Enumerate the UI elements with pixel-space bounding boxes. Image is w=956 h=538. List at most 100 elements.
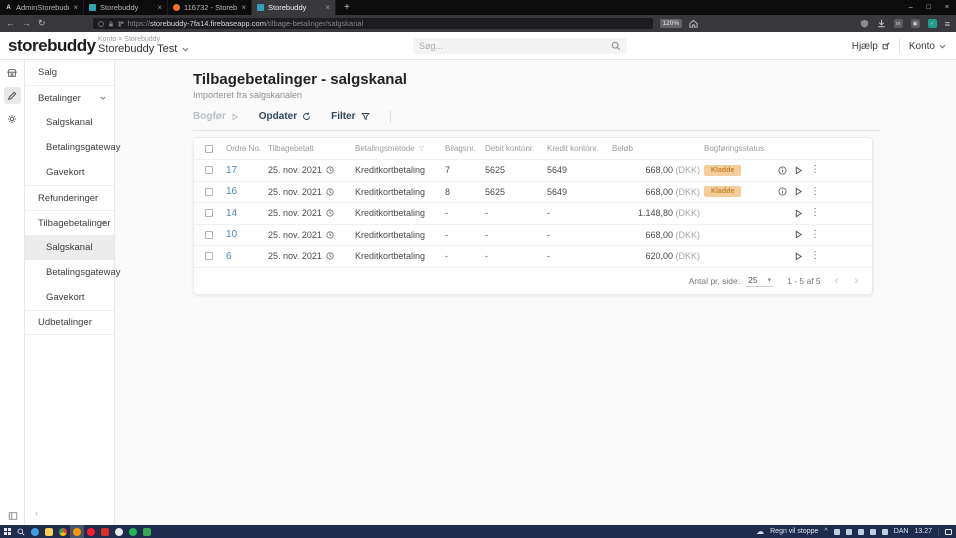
home-icon[interactable] — [689, 19, 698, 28]
row-checkbox[interactable] — [205, 209, 213, 217]
sidebar-item-salg[interactable]: Salg — [25, 60, 114, 85]
action-center-icon[interactable] — [945, 529, 952, 535]
taskbar-clock[interactable]: 13.27 — [914, 528, 932, 535]
tab-close-icon[interactable]: × — [325, 3, 330, 12]
forward-button[interactable]: → — [22, 19, 31, 28]
taskbar-explorer-icon[interactable] — [42, 525, 56, 538]
bogfoer-button[interactable]: Bogfør — [193, 111, 239, 122]
post-play-icon[interactable] — [794, 209, 803, 218]
clock-icon[interactable] — [326, 231, 334, 239]
post-play-icon[interactable] — [794, 252, 803, 261]
clock-icon[interactable] — [326, 252, 334, 260]
taskbar-firefox-icon-active[interactable] — [70, 525, 84, 538]
taskbar-grey-app-icon[interactable] — [112, 525, 126, 538]
taskbar-search-icon[interactable] — [14, 525, 28, 538]
tray-icon-3[interactable] — [858, 529, 864, 535]
order-number-link[interactable]: 10 — [226, 229, 268, 240]
sidebar-collapse-chevron[interactable]: ‹ — [35, 508, 38, 518]
taskbar-green-app-icon[interactable] — [126, 525, 140, 538]
filter-button[interactable]: Filter — [331, 111, 369, 122]
search-input[interactable] — [419, 41, 611, 51]
help-link[interactable]: Hjælp — [852, 41, 890, 52]
collapse-panel-icon[interactable] — [8, 511, 18, 521]
konto-menu[interactable]: Konto — [909, 41, 946, 52]
taskbar-chrome-icon[interactable] — [56, 525, 70, 538]
row-menu-icon[interactable]: ⋮ — [810, 251, 820, 261]
sidebar-item-betalinger-gavekort[interactable]: Gavekort — [25, 160, 114, 185]
browser-tab-admin[interactable]: A AdminStorebuddylo × — [0, 0, 84, 15]
global-search[interactable] — [413, 38, 627, 54]
row-checkbox[interactable] — [205, 188, 213, 196]
next-page-icon[interactable]: › — [854, 275, 858, 287]
tracking-shield-icon[interactable] — [98, 21, 104, 27]
row-menu-icon[interactable]: ⋮ — [810, 187, 820, 197]
info-icon[interactable] — [778, 187, 787, 196]
lock-icon[interactable] — [108, 21, 114, 27]
tray-network-icon[interactable] — [882, 529, 888, 535]
browser-tab-test[interactable]: 116732 - Storebuddy Test (M... × — [168, 0, 252, 15]
taskbar-red-app-icon[interactable] — [98, 525, 112, 538]
row-menu-icon[interactable]: ⋮ — [810, 230, 820, 240]
tray-icon-1[interactable] — [834, 529, 840, 535]
start-button[interactable] — [0, 525, 14, 538]
info-icon[interactable] — [778, 166, 787, 175]
sidebar-item-betalinger-salgskanal[interactable]: Salgskanal — [25, 110, 114, 135]
row-menu-icon[interactable]: ⋮ — [810, 165, 820, 175]
select-all-checkbox[interactable] — [205, 145, 213, 153]
post-play-icon[interactable] — [794, 187, 803, 196]
sidebar-item-betalinger-gateway[interactable]: Betalingsgateway — [25, 135, 114, 160]
post-play-icon[interactable] — [794, 230, 803, 239]
clock-icon[interactable] — [326, 188, 334, 196]
sidebar-item-udbetalinger[interactable]: Udbetalinger — [25, 310, 114, 335]
tray-icon-2[interactable] — [846, 529, 852, 535]
weather-text[interactable]: Regn vil stoppe — [770, 528, 818, 535]
back-button[interactable]: ← — [6, 19, 15, 28]
store-icon[interactable] — [4, 64, 21, 81]
sidebar-item-tilbagebetalinger[interactable]: Tilbagebetalinger — [25, 210, 114, 235]
order-number-link[interactable]: 6 — [226, 251, 268, 262]
language-indicator[interactable]: DAN — [894, 528, 909, 535]
taskbar-opera-icon[interactable] — [84, 525, 98, 538]
show-hidden-icons-chevron[interactable]: ^ — [824, 528, 827, 535]
row-checkbox[interactable] — [205, 231, 213, 239]
taskbar-green-square-app-icon[interactable] — [140, 525, 154, 538]
tab-close-icon[interactable]: × — [241, 3, 246, 12]
permissions-icon[interactable] — [118, 21, 124, 27]
address-bar[interactable]: https://storebuddy-7fa14.firebaseapp.com… — [93, 18, 653, 29]
order-number-link[interactable]: 14 — [226, 208, 268, 219]
account-switcher[interactable]: Storebuddy Test — [98, 43, 189, 55]
opdater-button[interactable]: Opdater — [259, 111, 311, 122]
per-page-select[interactable]: 25 ▾ — [746, 275, 773, 287]
window-maximize-button[interactable]: □ — [920, 4, 938, 11]
sidebar-item-tilbage-gateway[interactable]: Betalingsgateway — [25, 260, 114, 285]
download-extension-icon[interactable] — [877, 19, 886, 28]
order-number-link[interactable]: 17 — [226, 165, 268, 176]
column-filter-icon[interactable] — [418, 145, 425, 152]
green-extension-icon[interactable]: ✓ — [928, 19, 937, 28]
tray-volume-icon[interactable] — [870, 529, 876, 535]
browser-tab-storebuddy-active[interactable]: Storebuddy × — [252, 0, 336, 15]
linkedin-extension-icon[interactable]: in — [894, 19, 903, 28]
new-tab-button[interactable]: + — [336, 0, 358, 15]
window-close-button[interactable]: × — [938, 4, 956, 11]
order-number-link[interactable]: 16 — [226, 186, 268, 197]
bookkeeping-pencil-icon[interactable] — [4, 87, 21, 104]
storebuddy-logo[interactable]: storebuddy — [0, 36, 98, 56]
browser-tab-storebuddy-1[interactable]: Storebuddy × — [84, 0, 168, 15]
adblock-extension-icon[interactable] — [860, 19, 869, 28]
browser-menu-icon[interactable]: ≡ — [945, 19, 950, 29]
sidebar-item-betalinger[interactable]: Betalinger — [25, 85, 114, 110]
sidebar-item-refunderinger[interactable]: Refunderinger — [25, 185, 114, 210]
tab-close-icon[interactable]: × — [73, 3, 78, 12]
tab-close-icon[interactable]: × — [157, 3, 162, 12]
search-icon[interactable] — [611, 41, 621, 51]
row-menu-icon[interactable]: ⋮ — [810, 208, 820, 218]
row-checkbox[interactable] — [205, 252, 213, 260]
clock-icon[interactable] — [326, 209, 334, 217]
settings-gear-icon[interactable] — [4, 110, 21, 127]
extension-icon[interactable]: ▣ — [911, 19, 920, 28]
clock-icon[interactable] — [326, 166, 334, 174]
taskbar-edge-icon[interactable] — [28, 525, 42, 538]
sidebar-item-tilbage-salgskanal[interactable]: Salgskanal — [25, 235, 114, 260]
sidebar-item-tilbage-gavekort[interactable]: Gavekort — [25, 285, 114, 310]
